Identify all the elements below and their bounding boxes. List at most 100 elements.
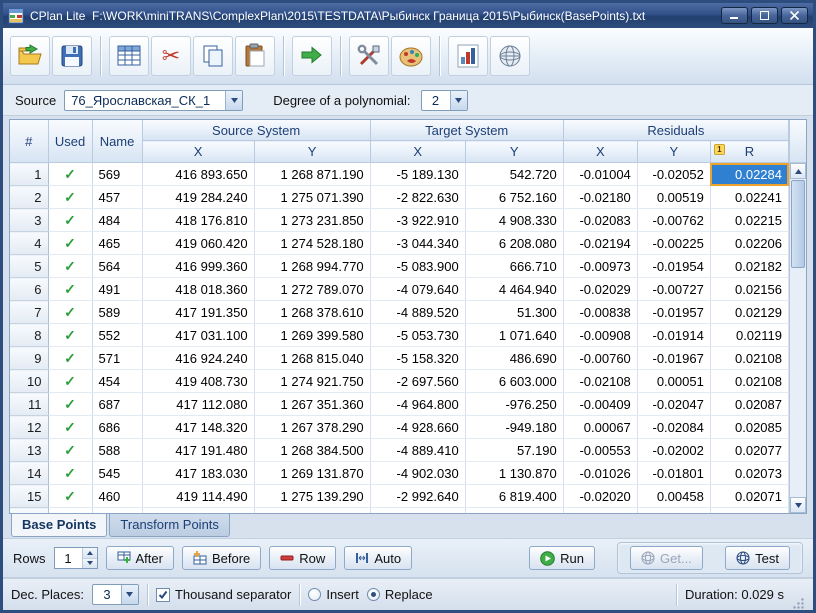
cell-ty[interactable]: -949.180 [465,416,563,439]
cell-ty[interactable]: 542.720 [465,163,563,186]
paste-button[interactable] [235,36,275,76]
delete-row-button[interactable]: Row [269,546,336,570]
cell-sy[interactable]: 1 268 815.040 [254,347,370,370]
cell-name[interactable]: 588 [92,439,142,462]
cell-name[interactable]: 686 [92,416,142,439]
used-checkmark[interactable]: ✓ [48,163,92,186]
used-checkmark[interactable]: ✓ [48,393,92,416]
row-number[interactable]: 9 [10,347,48,370]
row-number[interactable]: 10 [10,370,48,393]
replace-radio[interactable]: Replace [367,587,433,602]
col-header-num[interactable]: # [10,120,48,163]
cell-sx[interactable]: 418 176.810 [142,209,254,232]
spinner-up-button[interactable] [83,548,97,559]
cell-rx[interactable]: -0.01004 [563,163,637,186]
col-header-source-x[interactable]: X [142,141,254,163]
used-checkmark[interactable]: ✓ [48,278,92,301]
cell-rx[interactable]: -0.01026 [563,462,637,485]
cell-name[interactable]: 454 [92,370,142,393]
cell-r[interactable]: 0.02077 [710,439,788,462]
cell-name[interactable]: 569 [92,163,142,186]
cell-ty[interactable]: 6 603.000 [465,370,563,393]
cell-ty[interactable]: 57.190 [465,439,563,462]
col-header-residual-r[interactable]: 1 R [710,141,788,163]
used-checkmark[interactable]: ✓ [48,462,92,485]
cell-rx[interactable]: -0.02020 [563,485,637,508]
cell-rx[interactable]: -0.02029 [563,278,637,301]
tools-button[interactable] [349,36,389,76]
row-number[interactable]: 12 [10,416,48,439]
row-number[interactable]: 14 [10,462,48,485]
cell-ry[interactable]: -0.02052 [637,163,710,186]
cell-r[interactable]: 0.02206 [710,232,788,255]
cut-button[interactable]: ✂ [151,36,191,76]
col-header-target-system[interactable]: Target System [370,120,563,141]
scroll-up-button[interactable] [790,163,806,179]
cell-tx[interactable]: -2 822.630 [370,186,465,209]
cell-rx[interactable]: -0.02108 [563,370,637,393]
cell-tx[interactable]: -5 053.730 [370,324,465,347]
cell-ty[interactable]: 51.300 [465,301,563,324]
row-number[interactable]: 15 [10,485,48,508]
used-checkmark[interactable]: ✓ [48,439,92,462]
cell-tx[interactable]: -5 158.320 [370,347,465,370]
cell-sy[interactable]: 1 275 139.290 [254,485,370,508]
spinner-down-button[interactable] [83,559,97,569]
source-dropdown[interactable]: 76_Ярославская_СК_1 [64,90,243,111]
cell-name[interactable]: 545 [92,462,142,485]
row-number[interactable]: 16 [10,508,48,515]
used-checkmark[interactable]: ✓ [48,232,92,255]
cell-rx[interactable]: -0.02055 [563,508,637,515]
cell-r[interactable]: 0.02087 [710,393,788,416]
used-checkmark[interactable]: ✓ [48,370,92,393]
cell-sy[interactable]: 1 274 921.750 [254,370,370,393]
cell-tx[interactable]: -4 928.660 [370,416,465,439]
col-header-source-y[interactable]: Y [254,141,370,163]
cell-sx[interactable]: 419 284.240 [142,186,254,209]
cell-sx[interactable]: 416 999.360 [142,255,254,278]
get-button[interactable]: Get... [630,546,703,570]
cell-sy[interactable]: 1 272 789.070 [254,278,370,301]
cell-rx[interactable]: -0.00553 [563,439,637,462]
cell-sy[interactable]: 1 268 384.500 [254,439,370,462]
degree-dropdown[interactable]: 2 [421,90,468,111]
cell-r[interactable]: 0.02073 [710,462,788,485]
used-checkmark[interactable]: ✓ [48,301,92,324]
scrollbar-thumb[interactable] [791,180,805,268]
cell-r[interactable]: 0.02108 [710,370,788,393]
minimize-button[interactable] [721,7,748,24]
cell-sx[interactable]: 419 114.490 [142,485,254,508]
row-number[interactable]: 6 [10,278,48,301]
insert-before-button[interactable]: Before [182,546,261,570]
cell-sy[interactable]: 1 275 071.390 [254,186,370,209]
cell-tx[interactable]: -2 697.560 [370,370,465,393]
cell-r[interactable]: 0.02215 [710,209,788,232]
row-number[interactable]: 13 [10,439,48,462]
cell-rx[interactable]: -0.00409 [563,393,637,416]
cell-rx[interactable]: -0.00760 [563,347,637,370]
cell-tx[interactable]: -5 083.900 [370,255,465,278]
cell-tx[interactable]: -4 079.640 [370,278,465,301]
cell-ty[interactable]: 6 208.080 [465,232,563,255]
copy-button[interactable] [193,36,233,76]
globe-button[interactable] [490,36,530,76]
cell-ry[interactable]: 0.00458 [637,485,710,508]
cell-ry[interactable]: 0.00519 [637,186,710,209]
row-number[interactable]: 3 [10,209,48,232]
cell-sy[interactable]: 1 267 351.360 [254,393,370,416]
cell-name[interactable]: 571 [92,347,142,370]
palette-button[interactable] [391,36,431,76]
cell-rx[interactable]: -0.00838 [563,301,637,324]
chart-button[interactable] [448,36,488,76]
cell-ry[interactable]: -0.01957 [637,301,710,324]
row-number[interactable]: 5 [10,255,48,278]
col-header-residual-y[interactable]: Y [637,141,710,163]
cell-name[interactable]: 457 [92,186,142,209]
save-button[interactable] [52,36,92,76]
run-button[interactable]: Run [529,546,595,570]
col-header-residuals[interactable]: Residuals [563,120,788,141]
auto-size-button[interactable]: Auto [344,546,412,570]
cell-ty[interactable]: -976.250 [465,393,563,416]
thousand-separator-checkbox[interactable]: Thousand separator [156,587,291,602]
cell-ty[interactable]: 4 464.940 [465,278,563,301]
